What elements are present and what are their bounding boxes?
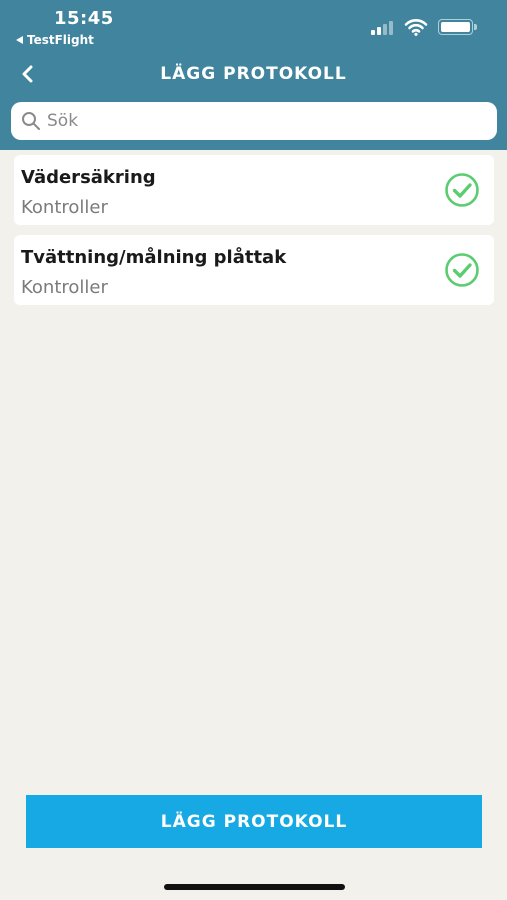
screen: 15:45 TestFlight LÄGG PROTOKOLL Sök Väde… [0,0,507,900]
home-indicator[interactable] [164,884,345,890]
list-item[interactable]: Tvättning/målning plåttak Kontroller [14,235,494,305]
search-bar[interactable] [11,102,497,140]
item-subtitle: Kontroller [21,197,108,218]
back-triangle-icon [16,36,23,44]
search-icon [22,112,40,130]
wifi-icon [404,19,428,36]
list-item[interactable]: Vädersäkring Kontroller [14,155,494,225]
item-title: Vädersäkring [21,167,156,188]
app-header: 15:45 TestFlight LÄGG PROTOKOLL [0,0,507,150]
back-to-app-link[interactable]: TestFlight [16,33,94,47]
page-title: LÄGG PROTOKOLL [160,64,347,84]
battery-icon [438,19,477,35]
item-subtitle: Kontroller [21,277,108,298]
check-circle-icon [445,253,479,287]
back-to-app-label: TestFlight [27,33,94,47]
status-time: 15:45 [54,8,114,29]
protocol-list: Vädersäkring Kontroller Tvättning/målnin… [14,155,494,315]
lagg-protokoll-button[interactable]: LÄGG PROTOKOLL [26,795,482,848]
item-title: Tvättning/målning plåttak [21,247,287,268]
cellular-signal-icon [371,20,397,35]
search-input[interactable] [47,111,467,131]
check-circle-icon [445,173,479,207]
